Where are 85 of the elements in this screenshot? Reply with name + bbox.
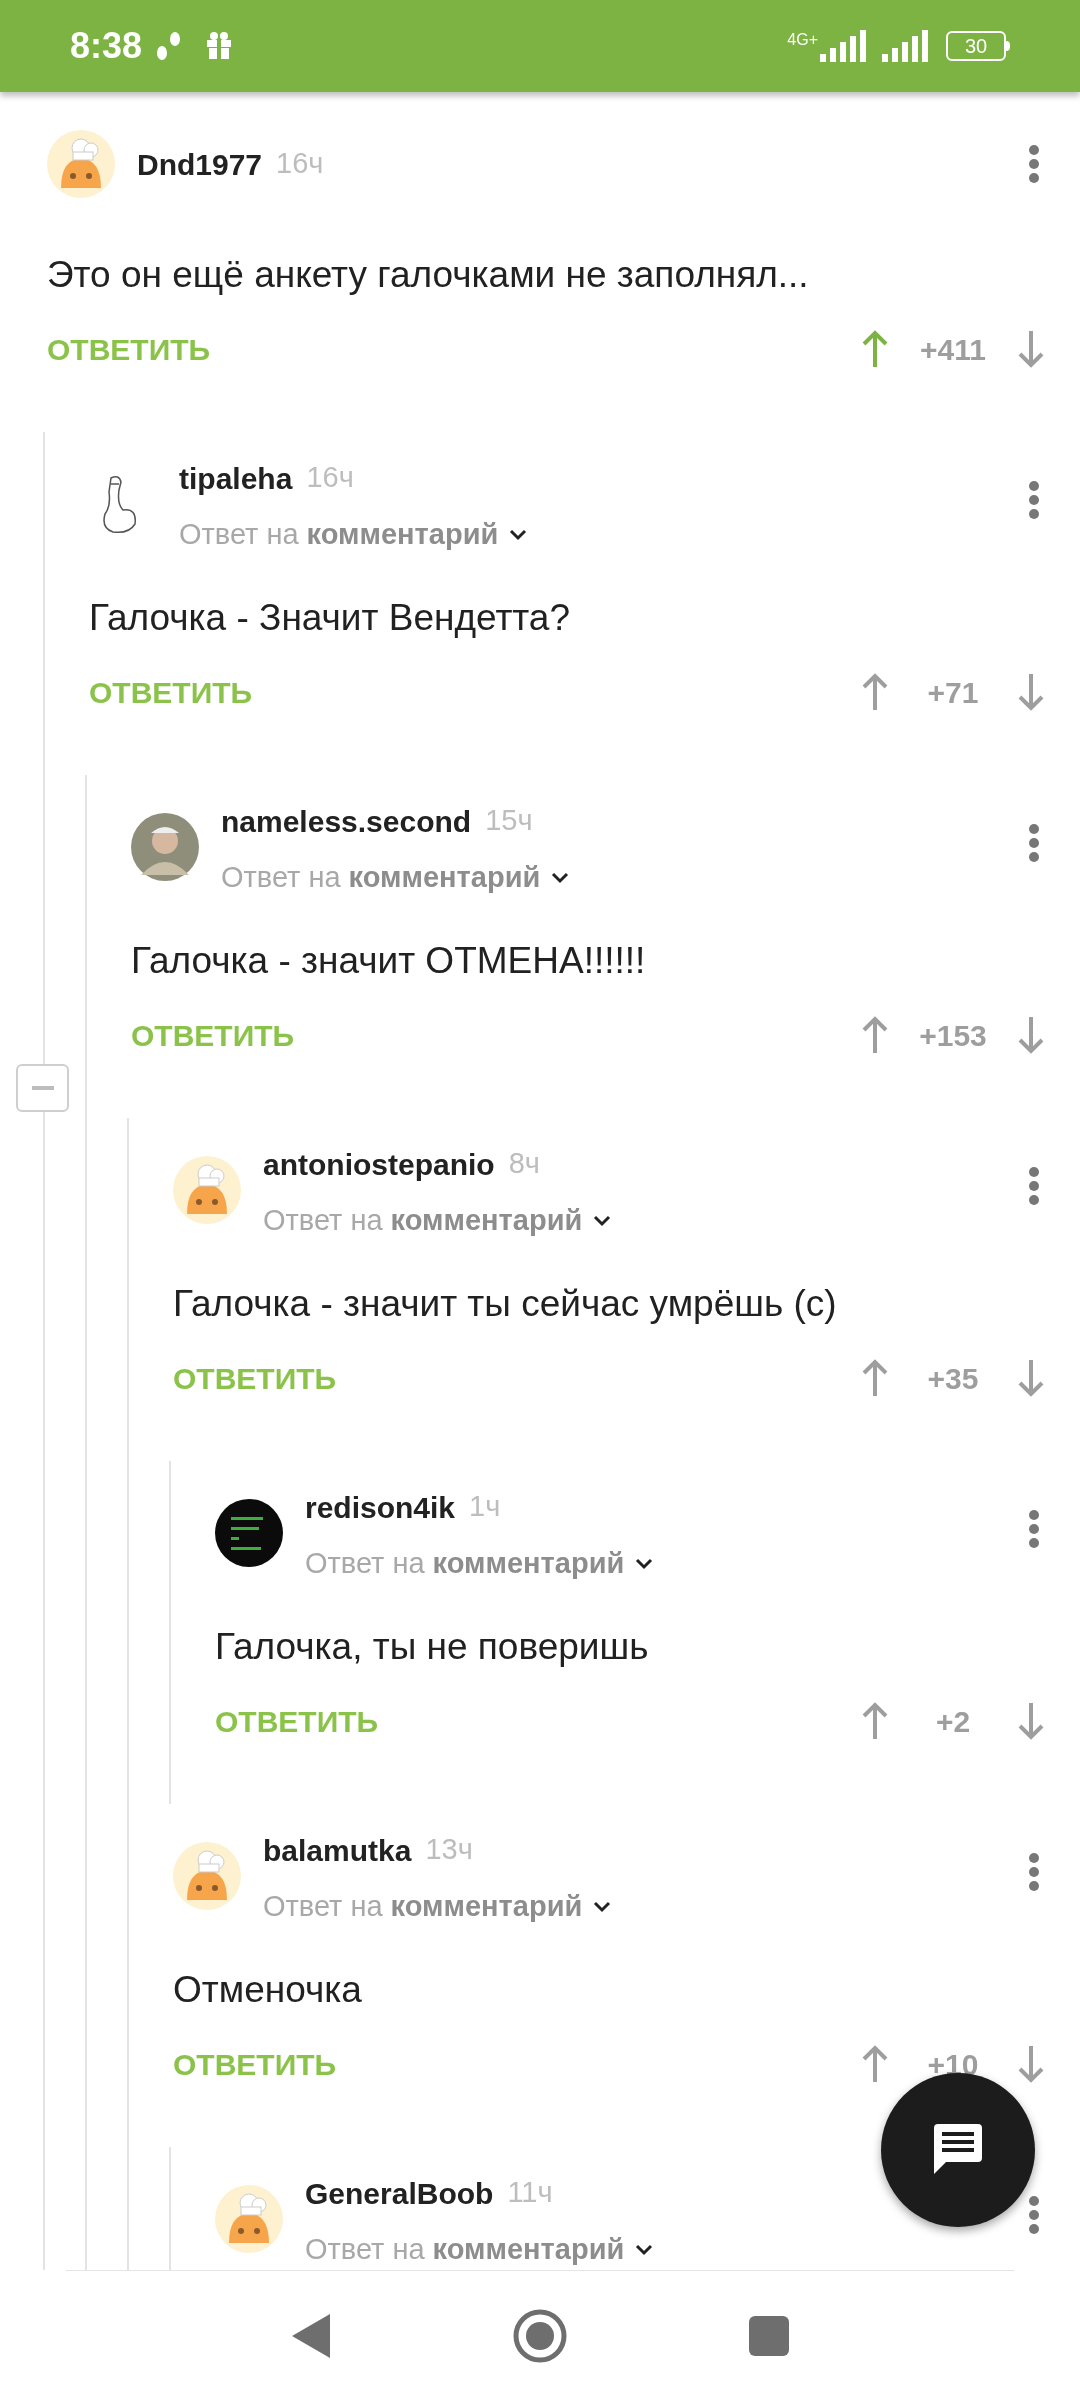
reply-to-link[interactable]: комментарий: [432, 2228, 625, 2270]
reply-button[interactable]: ОТВЕТИТЬ: [215, 1698, 379, 1744]
reply-to-link[interactable]: комментарий: [348, 856, 541, 900]
comment-time: 11ч: [507, 2175, 553, 2211]
reply-to-label: Ответ на: [263, 1203, 383, 1239]
comment-text: Галочка - значит ты сейчас умрёшь (с): [173, 1283, 837, 1324]
more-options-icon[interactable]: [1028, 1509, 1040, 1549]
more-options-icon[interactable]: [1028, 2195, 1040, 2235]
comment-fab-button[interactable]: [881, 2073, 1035, 2227]
upvote-button[interactable]: [860, 2044, 890, 2084]
reply-to-link[interactable]: комментарий: [432, 1542, 625, 1586]
status-time: 8:38: [70, 24, 143, 68]
upvote-button[interactable]: [860, 1701, 890, 1741]
reply-button[interactable]: ОТВЕТИТЬ: [131, 1012, 295, 1058]
more-options-icon[interactable]: [1028, 480, 1040, 520]
author-name[interactable]: Dnd1977: [137, 141, 263, 187]
more-options-icon[interactable]: [1028, 823, 1040, 863]
comment-text: Это он ещё анкету галочками не заполнял...: [47, 254, 809, 295]
vote-score: +35: [926, 1360, 980, 1397]
author-name[interactable]: GeneralBoob: [305, 2170, 494, 2216]
downvote-button[interactable]: [1016, 672, 1046, 712]
chevron-down-icon[interactable]: [550, 871, 571, 885]
vote-score: +153: [918, 1017, 988, 1054]
chevron-down-icon[interactable]: [634, 2243, 655, 2257]
reply-to-label: Ответ на: [221, 860, 341, 896]
comment-time: 8ч: [508, 1146, 540, 1182]
upvote-button[interactable]: [860, 329, 890, 369]
author-name[interactable]: balamutka: [263, 1827, 412, 1873]
avatar-person-icon: [131, 813, 199, 881]
reply-to-link[interactable]: комментарий: [390, 1885, 583, 1929]
battery-indicator: 30: [946, 31, 1006, 61]
author-name[interactable]: redison4ik: [305, 1484, 456, 1530]
downvote-button[interactable]: [1016, 1358, 1046, 1398]
comment-time: 16ч: [306, 460, 354, 496]
comment-text: Галочка - Значит Вендетта?: [89, 597, 571, 638]
chevron-down-icon[interactable]: [634, 1557, 655, 1571]
vote-score: +2: [934, 1703, 972, 1740]
avatar-chef-drawing: [47, 130, 115, 198]
avatar-chef-drawing: [215, 2185, 283, 2253]
reply-to-label: Ответ на: [305, 2232, 425, 2268]
comment-time: 13ч: [425, 1832, 473, 1868]
more-options-icon[interactable]: [1028, 1166, 1040, 1206]
reply-to-label: Ответ на: [305, 1546, 425, 1582]
downvote-button[interactable]: [1016, 2044, 1046, 2084]
reply-to-label: Ответ на: [263, 1889, 383, 1925]
vote-score: +411: [919, 331, 987, 368]
network-type-label: 4G+: [787, 32, 818, 48]
reply-button[interactable]: ОТВЕТИТЬ: [173, 2041, 337, 2087]
comment-text: Галочка, ты не поверишь: [215, 1626, 649, 1667]
downvote-button[interactable]: [1016, 1015, 1046, 1055]
reply-to-link[interactable]: комментарий: [306, 513, 499, 557]
comment-text: Отменочка: [173, 1969, 362, 2010]
back-icon[interactable]: [290, 2311, 332, 2360]
reply-to-label: Ответ на: [179, 517, 299, 553]
downvote-button[interactable]: [1016, 1701, 1046, 1741]
vote-score: +71: [926, 674, 980, 711]
downvote-button[interactable]: [1016, 329, 1046, 369]
recent-apps-icon[interactable]: [748, 2314, 790, 2357]
upvote-button[interactable]: [860, 1015, 890, 1055]
upvote-button[interactable]: [860, 1358, 890, 1398]
author-name[interactable]: nameless.second: [221, 798, 472, 844]
footsteps-icon: [154, 29, 183, 63]
upvote-button[interactable]: [860, 672, 890, 712]
comment-time: 15ч: [485, 803, 533, 839]
chevron-down-icon[interactable]: [592, 1214, 613, 1228]
avatar-chef-drawing: [173, 1842, 241, 1910]
author-name[interactable]: antoniostepanio: [263, 1141, 495, 1187]
home-icon[interactable]: [512, 2307, 568, 2364]
reply-button[interactable]: ОТВЕТИТЬ: [89, 669, 253, 715]
chevron-down-icon[interactable]: [508, 528, 529, 542]
reply-button[interactable]: ОТВЕТИТЬ: [47, 326, 211, 372]
reply-button[interactable]: ОТВЕТИТЬ: [173, 1355, 337, 1401]
comment-time: 16ч: [276, 146, 324, 182]
avatar-chef-drawing: [173, 1156, 241, 1224]
chevron-down-icon[interactable]: [592, 1900, 613, 1914]
comment-time: 1ч: [469, 1489, 501, 1525]
more-options-icon[interactable]: [1028, 144, 1040, 184]
more-options-icon[interactable]: [1028, 1852, 1040, 1892]
signal-icon: [818, 30, 868, 62]
reply-to-link[interactable]: комментарий: [390, 1199, 583, 1243]
author-name[interactable]: tipaleha: [179, 455, 293, 501]
comment-text: Галочка - значит ОТМЕНА!!!!!!: [131, 940, 646, 981]
minus-icon: [31, 1086, 54, 1090]
avatar-matrix-icon: [215, 1499, 283, 1567]
signal-icon: [882, 30, 930, 62]
